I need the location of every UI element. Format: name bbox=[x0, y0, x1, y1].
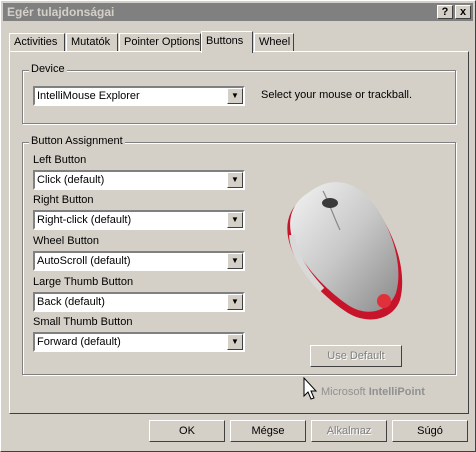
ok-button[interactable]: OK bbox=[149, 420, 225, 442]
left-button-select[interactable]: Click (default) ▼ bbox=[33, 170, 245, 190]
cancel-button[interactable]: Mégse bbox=[230, 420, 306, 442]
mouse-pointer-icon bbox=[303, 377, 318, 400]
chevron-down-icon[interactable]: ▼ bbox=[227, 294, 243, 310]
logo-product: IntelliPoint bbox=[368, 386, 425, 398]
use-default-button[interactable]: Use Default bbox=[310, 345, 402, 367]
tab-wheel[interactable]: Wheel bbox=[254, 33, 294, 51]
large-thumb-button-label: Large Thumb Button bbox=[33, 276, 134, 288]
button-assignment-group: Button Assignment Left Button Click (def… bbox=[22, 135, 456, 375]
small-thumb-button-label: Small Thumb Button bbox=[33, 316, 133, 328]
tab-buttons[interactable]: Buttons bbox=[201, 31, 253, 53]
device-select[interactable]: IntelliMouse Explorer ▼ bbox=[33, 86, 245, 106]
logo-prefix: Microsoft bbox=[321, 386, 366, 398]
device-select-value: IntelliMouse Explorer bbox=[37, 90, 140, 102]
large-thumb-button-select[interactable]: Back (default) ▼ bbox=[33, 292, 245, 312]
device-hint: Select your mouse or trackball. bbox=[261, 89, 413, 101]
right-button-label: Right Button bbox=[33, 194, 94, 206]
close-title-button[interactable]: x bbox=[455, 5, 471, 19]
chevron-down-icon[interactable]: ▼ bbox=[227, 172, 243, 188]
tab-pointer-options[interactable]: Pointer Options bbox=[119, 33, 201, 51]
chevron-down-icon[interactable]: ▼ bbox=[227, 253, 243, 269]
help-title-button[interactable]: ? bbox=[437, 5, 453, 19]
wheel-button-value: AutoScroll (default) bbox=[37, 255, 131, 267]
window-title: Egér tulajdonságai bbox=[7, 5, 115, 19]
chevron-down-icon[interactable]: ▼ bbox=[227, 88, 243, 104]
apply-button[interactable]: Alkalmaz bbox=[311, 420, 387, 442]
device-group-label: Device bbox=[29, 63, 67, 75]
mouse-properties-dialog: Egér tulajdonságai ? x Activities Mutató… bbox=[0, 0, 476, 452]
button-assignment-label: Button Assignment bbox=[29, 135, 125, 147]
device-group: Device IntelliMouse Explorer ▼ Select yo… bbox=[22, 63, 456, 124]
right-button-select[interactable]: Right-click (default) ▼ bbox=[33, 210, 245, 230]
intellipoint-logo: Microsoft IntelliPoint bbox=[321, 386, 425, 398]
buttons-tab-panel: Device IntelliMouse Explorer ▼ Select yo… bbox=[9, 51, 469, 414]
left-button-label: Left Button bbox=[33, 154, 87, 166]
small-thumb-button-value: Forward (default) bbox=[37, 336, 121, 348]
large-thumb-button-value: Back (default) bbox=[37, 296, 105, 308]
right-button-value: Right-click (default) bbox=[37, 214, 132, 226]
left-button-value: Click (default) bbox=[37, 174, 105, 186]
mouse-illustration bbox=[287, 182, 403, 320]
title-bar[interactable]: Egér tulajdonságai ? x bbox=[3, 3, 473, 21]
chevron-down-icon[interactable]: ▼ bbox=[227, 212, 243, 228]
wheel-button-select[interactable]: AutoScroll (default) ▼ bbox=[33, 251, 245, 271]
chevron-down-icon[interactable]: ▼ bbox=[227, 334, 243, 350]
tab-activities[interactable]: Activities bbox=[9, 33, 65, 51]
tab-pointers[interactable]: Mutatók bbox=[66, 33, 118, 51]
wheel-button-label: Wheel Button bbox=[33, 235, 100, 247]
small-thumb-button-select[interactable]: Forward (default) ▼ bbox=[33, 332, 245, 352]
help-button[interactable]: Súgó bbox=[392, 420, 468, 442]
